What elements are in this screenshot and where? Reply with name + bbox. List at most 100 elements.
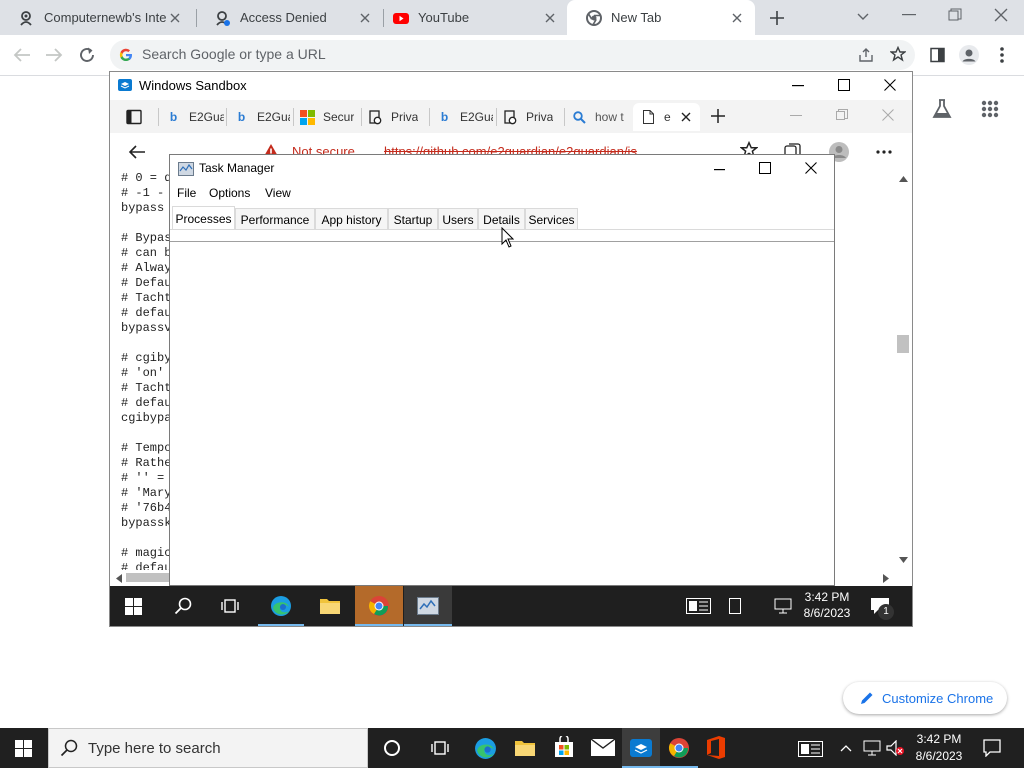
code-line: # 'Mary <box>121 486 170 500</box>
chrome-tab-title: New Tab <box>611 10 662 25</box>
store-icon[interactable] <box>553 736 575 758</box>
chrome-tab-access-denied[interactable]: Access Denied <box>196 0 383 35</box>
network-icon[interactable] <box>773 598 793 614</box>
new-tab-button[interactable] <box>768 9 786 27</box>
edge-tab-privacy-1[interactable]: Priva <box>368 105 426 129</box>
task-view-icon[interactable] <box>221 598 239 614</box>
edge-icon[interactable] <box>474 737 497 760</box>
menu-view[interactable]: View <box>265 186 291 200</box>
sandbox-close-button[interactable] <box>884 79 896 91</box>
close-icon[interactable] <box>357 10 373 26</box>
profile-avatar-icon[interactable] <box>959 45 979 65</box>
tab-startup[interactable]: Startup <box>388 208 438 230</box>
chevron-up-icon[interactable] <box>840 744 852 752</box>
edge-tab-e2guardian-3[interactable]: b E2Gua <box>437 105 493 129</box>
scroll-left-arrow-icon[interactable] <box>116 574 122 583</box>
edge-tab-title: Priva <box>526 110 554 124</box>
kebab-menu-icon[interactable] <box>1000 47 1004 63</box>
close-icon[interactable] <box>681 112 691 122</box>
scroll-down-arrow-icon[interactable] <box>899 557 908 563</box>
file-explorer-icon[interactable] <box>319 596 341 616</box>
bookmark-star-icon[interactable] <box>890 46 906 62</box>
edge-tab-active-content[interactable]: e <box>641 105 697 129</box>
edge-close-button[interactable] <box>882 109 894 121</box>
horizontal-scroll-thumb[interactable] <box>126 573 170 582</box>
edge-tab-title: Priva <box>391 110 419 124</box>
sandbox-maximize-button[interactable] <box>838 79 850 91</box>
tab-processes[interactable]: Processes <box>172 206 235 230</box>
vertical-scroll-thumb[interactable] <box>897 335 909 353</box>
code-line: # can b <box>121 246 170 260</box>
sandbox-clock[interactable]: 3:42 PM 8/6/2023 <box>798 590 856 620</box>
mail-icon[interactable] <box>591 739 615 756</box>
edge-tab-e2guardian-1[interactable]: b E2Gua <box>166 105 224 129</box>
labs-flask-icon[interactable] <box>931 98 953 120</box>
close-window-button[interactable] <box>994 8 1008 22</box>
close-icon[interactable] <box>729 10 745 26</box>
edge-tab-how-to[interactable]: how t <box>572 105 630 129</box>
cortana-icon[interactable] <box>383 739 401 757</box>
mouse-cursor-icon <box>501 227 514 248</box>
tab-divider <box>226 108 227 126</box>
process-list[interactable] <box>170 242 834 585</box>
chrome-tab-new-tab[interactable]: New Tab <box>567 0 755 35</box>
apps-grid-icon[interactable] <box>981 100 999 118</box>
edge-back-arrow-icon[interactable] <box>128 144 146 160</box>
start-windows-icon[interactable] <box>125 598 142 615</box>
tab-actions-icon[interactable] <box>126 109 142 125</box>
scroll-up-arrow-icon[interactable] <box>899 176 908 182</box>
forward-arrow-icon[interactable] <box>45 47 63 63</box>
side-panel-icon[interactable] <box>930 47 946 63</box>
bing-icon: b <box>169 110 178 124</box>
edge-minimize-button[interactable] <box>790 115 802 117</box>
task-view-icon[interactable] <box>431 740 449 756</box>
edge-tab-privacy-2[interactable]: Priva <box>503 105 561 129</box>
customize-chrome-button[interactable]: Customize Chrome <box>843 682 1007 714</box>
news-icon[interactable] <box>686 598 711 614</box>
office-icon[interactable] <box>706 736 726 759</box>
reload-icon[interactable] <box>78 46 96 64</box>
tablet-icon[interactable] <box>729 598 741 614</box>
tm-maximize-button[interactable] <box>759 162 771 174</box>
restore-button[interactable] <box>948 8 962 22</box>
close-icon[interactable] <box>542 10 558 26</box>
taskbar-clock[interactable]: 3:42 PM 8/6/2023 <box>906 732 972 763</box>
scroll-right-arrow-icon[interactable] <box>883 574 889 583</box>
edge-restore-button[interactable] <box>836 109 848 121</box>
tab-performance[interactable]: Performance <box>235 208 315 230</box>
sandbox-app-icon <box>117 77 133 93</box>
action-center-icon[interactable] <box>983 739 1001 757</box>
sandbox-minimize-button[interactable] <box>792 85 804 87</box>
start-windows-icon[interactable] <box>15 740 32 757</box>
share-icon[interactable] <box>858 47 874 63</box>
network-icon[interactable] <box>862 740 882 756</box>
chrome-tab-computernewb[interactable]: Computernewb's Intern <box>0 0 193 35</box>
news-icon[interactable] <box>798 741 823 757</box>
edge-tab-e2guardian-2[interactable]: b E2Gua <box>234 105 290 129</box>
edge-new-tab-button[interactable] <box>710 108 726 124</box>
edge-tab-security[interactable]: Secur <box>300 105 358 129</box>
tm-close-button[interactable] <box>805 162 817 174</box>
chrome-tab-youtube[interactable]: YouTube <box>374 0 568 35</box>
file-explorer-icon[interactable] <box>514 738 536 758</box>
code-line: # Tempo <box>121 441 170 455</box>
volume-muted-icon[interactable] <box>886 740 906 756</box>
tab-app-history[interactable]: App history <box>315 208 388 230</box>
search-icon[interactable] <box>174 597 192 615</box>
menu-file[interactable]: File <box>177 186 196 200</box>
close-icon[interactable] <box>167 10 183 26</box>
tab-users[interactable]: Users <box>438 208 478 230</box>
tab-search-chevron-icon[interactable] <box>856 9 870 23</box>
code-line: # defau <box>121 396 170 410</box>
tm-minimize-button[interactable] <box>714 169 725 171</box>
tab-services[interactable]: Services <box>525 208 578 230</box>
minimize-button[interactable] <box>902 14 916 16</box>
back-arrow-icon[interactable] <box>13 47 31 63</box>
tab-divider <box>564 108 565 126</box>
task-manager-icon <box>417 597 439 615</box>
edge-tab-title: E2Gua <box>189 110 224 124</box>
code-line: # Bypas <box>121 231 170 245</box>
edge-more-menu-icon[interactable] <box>876 150 892 154</box>
vertical-scrollbar[interactable] <box>895 171 912 567</box>
menu-options[interactable]: Options <box>209 186 250 200</box>
